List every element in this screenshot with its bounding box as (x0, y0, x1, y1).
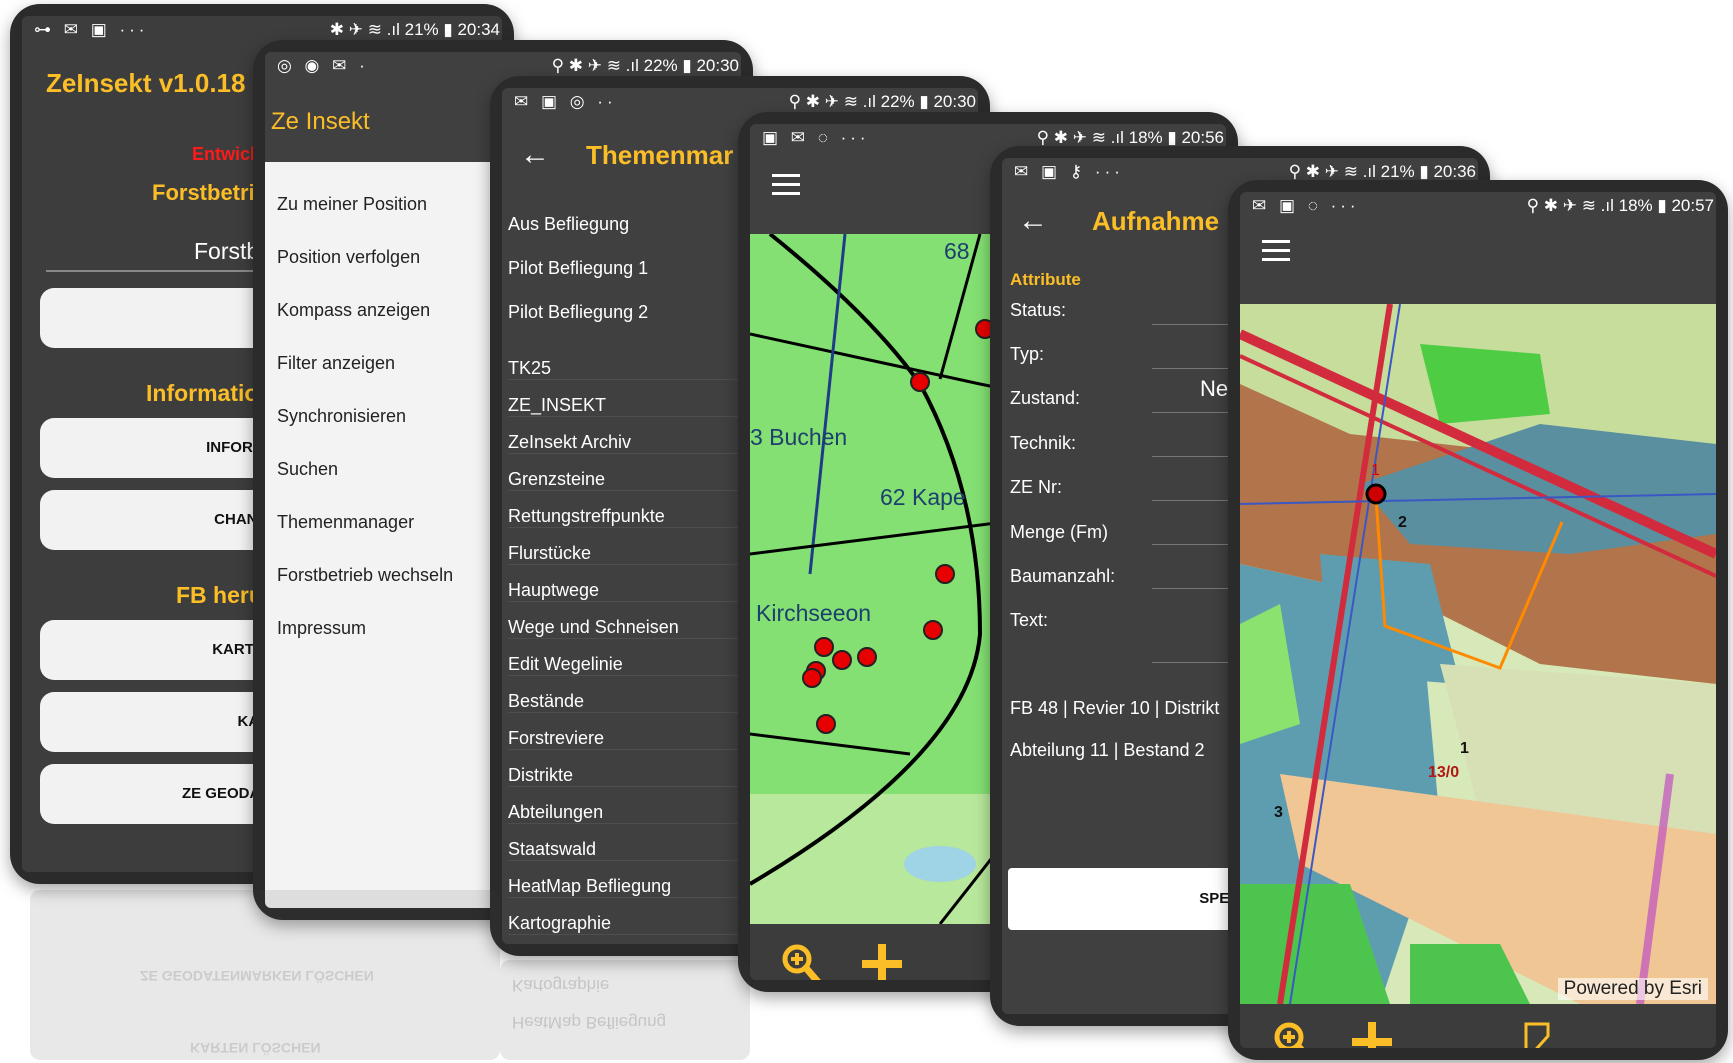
map-number: 13/0 (1428, 764, 1460, 781)
field-label: ZE Nr: (1010, 477, 1062, 497)
section-attribute: Attribute (1010, 270, 1081, 289)
status-icons: ◎ ◉ ✉ · (277, 56, 369, 75)
status-right: ⚲ ✱ ✈ ≋ .ıl 18% ▮ 20:57 (1526, 196, 1714, 215)
back-arrow-icon[interactable]: ← (1018, 204, 1048, 238)
back-arrow-icon[interactable]: ← (520, 138, 550, 172)
map-view[interactable]: 1 2 1 13/0 3 Powered by Esri (1240, 304, 1716, 1004)
menu-item-follow[interactable]: Position verfolgen (277, 247, 420, 268)
field-label: Technik: (1010, 433, 1077, 453)
reflection-text: Kartographie (512, 976, 610, 995)
status-icons: ✉ ▣ ◎ ·· (514, 92, 617, 111)
reflection-text: HeatMap Befliegung (512, 1013, 667, 1032)
map-label: Kirchseeon (756, 600, 872, 626)
status-icons: ▣ ✉ ◌ ··· (762, 128, 870, 147)
add-icon[interactable] (1352, 1022, 1392, 1048)
status-icons: ⊶ ✉ ▣ ··· (34, 20, 149, 39)
map-label: 62 Kape (880, 484, 966, 510)
menu-item-filter[interactable]: Filter anzeigen (277, 353, 395, 374)
status-icons: ✉ ▣ ⚷ ··· (1014, 162, 1124, 181)
status-icons: ✉ ▣ ◌ ··· (1252, 196, 1360, 215)
menu-icon[interactable] (772, 174, 800, 196)
field-label: Text: (1010, 610, 1049, 630)
map-number: 3 (1274, 804, 1283, 821)
section-information: Informatio (146, 380, 259, 406)
map-number: 1 (1371, 462, 1380, 479)
field-label: Menge (Fm) (1010, 522, 1109, 542)
reflection-text: ZE GEODATENMARKEN LÖSCHEN (140, 968, 374, 984)
map-features (1240, 304, 1716, 1004)
menu-icon[interactable] (1262, 240, 1290, 262)
reflection-text: KARTEN LÖSCHEN (190, 1040, 321, 1056)
menu-item-position[interactable]: Zu meiner Position (277, 194, 427, 215)
phone-bestand-map-screen: ✉ ▣ ◌ ··· ⚲ ✱ ✈ ≋ .ıl 18% ▮ 20:57 1 2 1 … (1228, 180, 1728, 1060)
app-title: Ze Insekt (271, 108, 370, 135)
app-title: ZeInsekt v1.0.18 (46, 68, 246, 98)
bottom-toolbar (1240, 1004, 1716, 1048)
menu-item-compass[interactable]: Kompass anzeigen (277, 300, 430, 321)
add-icon[interactable] (862, 944, 902, 980)
field-label: Zustand: (1010, 388, 1081, 408)
bestand-map-screen: ✉ ▣ ◌ ··· ⚲ ✱ ✈ ≋ .ıl 18% ▮ 20:57 1 2 1 … (1240, 192, 1716, 1048)
field-label: Typ: (1010, 344, 1045, 364)
zoom-in-icon[interactable] (782, 944, 822, 980)
map-number: 1 (1460, 740, 1469, 757)
page-title: Aufnahme (1092, 206, 1220, 236)
location-info: FB 48 | Revier 10 | Distrikt (1010, 698, 1220, 718)
menu-item-search[interactable]: Suchen (277, 459, 338, 480)
menu-item-themenmanager[interactable]: Themenmanager (277, 512, 414, 533)
field-label: Baumanzahl: (1010, 566, 1116, 586)
esri-attribution: Powered by Esri (1557, 978, 1708, 1000)
menu-item-impressum[interactable]: Impressum (277, 618, 366, 639)
location-marker-icon[interactable] (1365, 483, 1387, 505)
field-label: Status: (1010, 300, 1067, 320)
status-bar: ✉ ▣ ◌ ··· ⚲ ✱ ✈ ≋ .ıl 18% ▮ 20:57 (1240, 192, 1716, 220)
map-number: 2 (1398, 514, 1407, 531)
zoom-in-icon[interactable] (1274, 1022, 1314, 1048)
forstbetrieb-label: Forstbetrie (152, 180, 267, 205)
map-label: 3 Buchen (750, 424, 848, 450)
zustand-value[interactable]: Ne (1200, 376, 1228, 402)
page-title: Themenmar (586, 140, 734, 170)
menu-item-forstbetrieb[interactable]: Forstbetrieb wechseln (277, 565, 453, 586)
draw-polygon-icon[interactable] (1522, 1020, 1552, 1048)
location-info: Abteilung 11 | Bestand 2 (1010, 740, 1205, 760)
menu-item-sync[interactable]: Synchronisieren (277, 406, 406, 427)
map-label: 68 (944, 238, 970, 264)
